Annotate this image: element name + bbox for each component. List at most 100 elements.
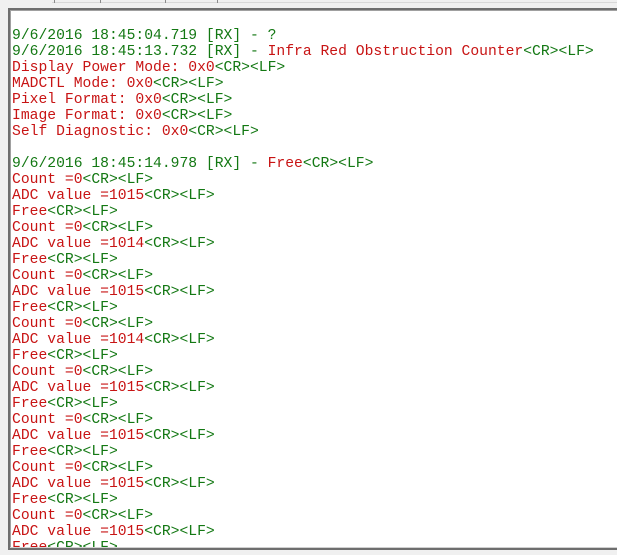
log-line-ending: <CR><LF> [144, 332, 215, 348]
log-data: ADC value =1015 [12, 284, 145, 300]
log-line-ending: <CR><LF> [302, 156, 374, 172]
textbox-bottom-border [8, 548, 617, 550]
log-timestamp: 9/6/2016 18:45:13.732 [RX] - [12, 44, 268, 60]
log-line: Count =0<CR><LF> [12, 220, 594, 236]
log-line-ending: <CR><LF> [144, 476, 215, 492]
log-line: Free<CR><LF> [12, 492, 594, 508]
log-line-ending: <CR><LF> [161, 92, 233, 108]
log-line: Count =0<CR><LF> [12, 268, 594, 284]
log-line: ADC value =1014<CR><LF> [12, 332, 594, 348]
log-line-ending: <CR><LF> [144, 284, 215, 300]
log-line: Display Power Mode: 0x0<CR><LF> [12, 60, 594, 76]
log-line: 9/6/2016 18:45:14.978 [RX] - Free<CR><LF… [12, 156, 594, 172]
log-data: Free [12, 252, 48, 268]
log-line-ending: <CR><LF> [47, 348, 118, 364]
log-line-ending: <CR><LF> [144, 380, 215, 396]
log-line: Count =0<CR><LF> [12, 364, 594, 380]
log-data: ADC value =1015 [12, 476, 145, 492]
log-line-ending: <CR><LF> [82, 412, 154, 428]
log-data: MADCTL Mode: 0x0 [12, 76, 154, 92]
log-line: Count =0<CR><LF> [12, 460, 594, 476]
log-line: ADC value =1014<CR><LF> [12, 236, 594, 252]
log-data: Display Power Mode: 0x0 [12, 60, 215, 76]
log-line: Free<CR><LF> [12, 444, 594, 460]
log-data: Free [12, 300, 48, 316]
log-line-ending: <CR><LF> [144, 524, 215, 540]
log-line: Self Diagnostic: 0x0<CR><LF> [12, 124, 594, 140]
log-data: ADC value =1014 [12, 236, 145, 252]
log-line: ADC value =1015<CR><LF> [12, 428, 594, 444]
log-data: Infra Red Obstruction Counter [267, 44, 524, 60]
tab-strip [0, 0, 617, 5]
log-line: ADC value =1015<CR><LF> [12, 524, 594, 540]
log-data: Count =0 [12, 460, 83, 476]
log-data: Image Format: 0x0 [12, 108, 162, 124]
log-line: Count =0<CR><LF> [12, 412, 594, 428]
log-data: ADC value =1015 [12, 524, 145, 540]
log-line-ending: <CR><LF> [47, 300, 118, 316]
log-line-ending: <CR><LF> [82, 460, 154, 476]
log-line-ending: <CR><LF> [82, 268, 154, 284]
log-data: Pixel Format: 0x0 [12, 92, 162, 108]
log-line-ending: <CR><LF> [47, 492, 118, 508]
log-line-ending: <CR><LF> [82, 364, 154, 380]
log-line: Free<CR><LF> [12, 252, 594, 268]
log-line-ending: <CR><LF> [188, 124, 259, 140]
serial-receive-log[interactable]: 9/6/2016 18:45:04.719 [RX] - ? 9/6/2016 1… [8, 8, 617, 549]
tab-separator [165, 0, 166, 3]
log-line: MADCTL Mode: 0x0<CR><LF> [12, 76, 594, 92]
log-data: Count =0 [12, 220, 83, 236]
log-line-ending: <CR><LF> [82, 316, 154, 332]
log-data: Count =0 [12, 508, 83, 524]
log-line: 9/6/2016 18:45:04.719 [RX] - ? [12, 28, 594, 44]
log-data: Self Diagnostic: 0x0 [12, 124, 189, 140]
log-data: Count =0 [12, 316, 83, 332]
tab-separator [54, 0, 55, 3]
log-data: ADC value =1015 [12, 428, 145, 444]
log-lines: 9/6/2016 18:45:04.719 [RX] - ? 9/6/2016 1… [12, 28, 594, 548]
log-line: Free<CR><LF> [12, 396, 594, 412]
log-line-ending: <CR><LF> [523, 44, 594, 60]
log-line: Count =0<CR><LF> [12, 508, 594, 524]
log-data: Count =0 [12, 268, 83, 284]
log-line: Free<CR><LF> [12, 300, 594, 316]
log-line: Free<CR><LF> [12, 204, 594, 220]
log-line: Image Format: 0x0<CR><LF> [12, 108, 594, 124]
log-data: Count =0 [12, 172, 83, 188]
log-data: Free [12, 492, 48, 508]
log-line: Count =0<CR><LF> [12, 172, 594, 188]
log-line-ending: <CR><LF> [47, 444, 118, 460]
log-line: ADC value =1015<CR><LF> [12, 284, 594, 300]
log-data: Free [12, 348, 48, 364]
tab-separator [217, 0, 218, 3]
log-line: ADC value =1015<CR><LF> [12, 380, 594, 396]
log-data: Free [12, 396, 48, 412]
log-line-ending: <CR><LF> [47, 204, 118, 220]
log-data: ADC value =1015 [12, 188, 145, 204]
log-line: 9/6/2016 18:45:13.732 [RX] - Infra Red O… [12, 44, 594, 60]
log-line: ADC value =1015<CR><LF> [12, 188, 594, 204]
log-line: Count =0<CR><LF> [12, 316, 594, 332]
log-data: Free [12, 204, 48, 220]
log-data: Count =0 [12, 364, 83, 380]
log-line: ADC value =1015<CR><LF> [12, 476, 594, 492]
log-line-ending: <CR><LF> [82, 172, 154, 188]
log-line: Free<CR><LF> [12, 348, 594, 364]
log-line-ending: <CR><LF> [144, 428, 215, 444]
log-line-ending: <CR><LF> [144, 236, 215, 252]
log-data: Count =0 [12, 412, 83, 428]
log-line-ending: <CR><LF> [153, 76, 224, 92]
log-line-ending: <CR><LF> [82, 508, 154, 524]
log-line: Pixel Format: 0x0<CR><LF> [12, 92, 594, 108]
tab-separator [100, 0, 101, 3]
log-data: ADC value =1014 [12, 332, 145, 348]
log-line-ending: <CR><LF> [214, 60, 286, 76]
tab-strip-baseline [52, 2, 617, 3]
log-line-ending: <CR><LF> [47, 396, 118, 412]
log-data: Free [12, 444, 48, 460]
log-data: Free [267, 156, 303, 172]
log-timestamp: 9/6/2016 18:45:14.978 [RX] - [12, 156, 268, 172]
log-line-ending: <CR><LF> [82, 220, 154, 236]
log-data: ADC value =1015 [12, 380, 145, 396]
